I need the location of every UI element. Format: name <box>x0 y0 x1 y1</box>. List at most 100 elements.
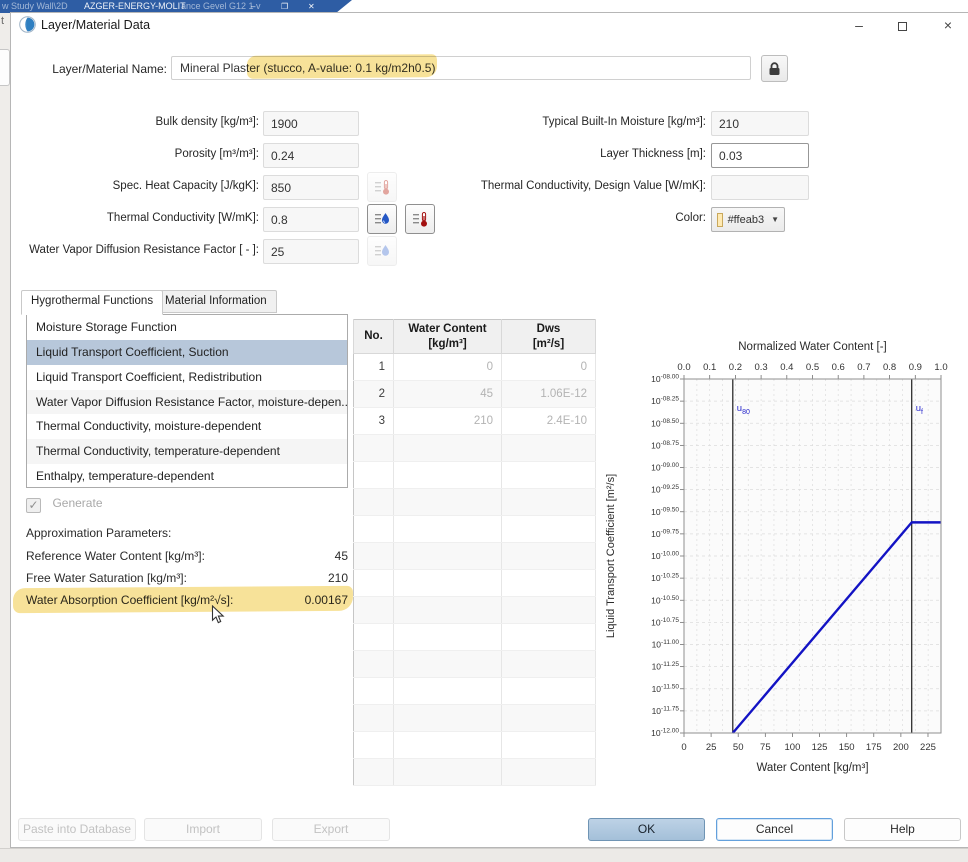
free-water-saturation-row: Free Water Saturation [kg/m³]: 210 <box>26 571 348 593</box>
table-row[interactable] <box>354 489 596 516</box>
svg-text:10-10.00: 10-10.00 <box>651 551 679 562</box>
svg-text:10-11.50: 10-11.50 <box>652 683 680 694</box>
porosity-label: Porosity [m³/m³]: <box>21 148 259 160</box>
background-left-strip: t <box>0 13 10 848</box>
heat-capacity-input[interactable] <box>263 175 359 200</box>
thermal-conductivity-temperature-table-button[interactable] <box>405 204 435 234</box>
water-absorption-label: Water Absorption Coefficient [kg/m²√s]: <box>26 593 233 615</box>
background-bottom-strip <box>0 848 968 862</box>
svg-text:10-09.00: 10-09.00 <box>651 462 679 473</box>
svg-text:25: 25 <box>706 742 717 753</box>
ok-button[interactable]: OK <box>588 818 705 841</box>
material-name-annotated: (stucco, A-value: 0.1 kg/m2h0.5) <box>260 61 435 75</box>
table-row[interactable] <box>354 597 596 624</box>
list-item-vapor-resistance-moisture[interactable]: Water Vapor Diffusion Resistance Factor,… <box>27 390 347 415</box>
import-button[interactable]: Import <box>144 818 262 841</box>
tab-hygrothermal-functions[interactable]: Hygrothermal Functions <box>21 290 163 315</box>
svg-text:0.0: 0.0 <box>677 362 690 373</box>
dialog-minimize-icon[interactable]: – <box>851 17 867 33</box>
builtin-moisture-input[interactable] <box>711 111 809 136</box>
paste-into-database-button[interactable]: Paste into Database <box>18 818 136 841</box>
color-value: #ffeab3 <box>728 214 765 226</box>
reference-water-content-value: 45 <box>335 549 348 571</box>
list-item-thermal-conductivity-temperature[interactable]: Thermal Conductivity, temperature-depend… <box>27 439 347 464</box>
bulk-density-input[interactable] <box>263 111 359 136</box>
material-name-input[interactable]: Mineral Plaster (stucco, A-value: 0.1 kg… <box>171 56 751 80</box>
col-water-content-header[interactable]: Water Content[kg/m³] <box>394 320 502 354</box>
svg-text:10-11.75: 10-11.75 <box>652 705 680 716</box>
svg-text:175: 175 <box>866 742 882 753</box>
table-row[interactable] <box>354 624 596 651</box>
list-item-liquid-transport-redistribution[interactable]: Liquid Transport Coefficient, Redistribu… <box>27 365 347 390</box>
table-row[interactable] <box>354 759 596 786</box>
porosity-input[interactable] <box>263 143 359 168</box>
hygrothermal-function-list: Moisture Storage Function Liquid Transpo… <box>26 314 348 488</box>
dialog-maximize-icon[interactable] <box>898 22 907 31</box>
checkbox-check-icon: ✓ <box>28 498 38 512</box>
vapor-resistance-input[interactable] <box>263 239 359 264</box>
export-button[interactable]: Export <box>272 818 390 841</box>
free-water-saturation-value: 210 <box>328 571 348 593</box>
svg-text:Liquid Transport Coefficient [: Liquid Transport Coefficient [m²/s] <box>605 474 617 638</box>
table-row[interactable] <box>354 678 596 705</box>
list-droplet-icon <box>374 211 391 228</box>
vapor-resistance-moisture-table-button[interactable] <box>367 236 397 266</box>
table-row[interactable] <box>354 570 596 597</box>
builtin-moisture-label: Typical Built-In Moisture [kg/m³]: <box>466 116 706 128</box>
design-conductivity-input[interactable] <box>711 175 809 200</box>
svg-text:10-10.50: 10-10.50 <box>651 595 679 606</box>
svg-text:10-10.75: 10-10.75 <box>651 617 679 628</box>
table-row[interactable] <box>354 462 596 489</box>
col-dws-header[interactable]: Dws[m²/s] <box>502 320 596 354</box>
svg-text:0.6: 0.6 <box>832 362 845 373</box>
svg-text:0.8: 0.8 <box>883 362 896 373</box>
thermal-conductivity-moisture-table-button[interactable] <box>367 204 397 234</box>
list-thermometer-icon <box>412 211 429 228</box>
layer-thickness-label: Layer Thickness [m]: <box>466 148 706 160</box>
svg-text:225: 225 <box>920 742 936 753</box>
svg-text:50: 50 <box>733 742 744 753</box>
table-header-row: No. Water Content[kg/m³] Dws[m²/s] <box>354 320 596 354</box>
table-row[interactable] <box>354 651 596 678</box>
help-button[interactable]: Help <box>844 818 961 841</box>
svg-text:200: 200 <box>893 742 909 753</box>
svg-text:1.0: 1.0 <box>934 362 947 373</box>
dialog-close-icon[interactable]: × <box>940 17 956 33</box>
thermal-conductivity-input[interactable] <box>263 207 359 232</box>
list-item-liquid-transport-suction[interactable]: Liquid Transport Coefficient, Suction <box>27 340 347 365</box>
svg-text:125: 125 <box>812 742 828 753</box>
list-item-moisture-storage[interactable]: Moisture Storage Function <box>27 315 347 340</box>
heat-capacity-temperature-table-button[interactable] <box>367 172 397 202</box>
table-row[interactable] <box>354 516 596 543</box>
cancel-button[interactable]: Cancel <box>716 818 833 841</box>
vapor-resistance-label: Water Vapor Diffusion Resistance Factor … <box>21 244 259 256</box>
list-item-thermal-conductivity-moisture[interactable]: Thermal Conductivity, moisture-dependent <box>27 414 347 439</box>
color-dropdown[interactable]: #ffeab3 ▼ <box>711 207 785 232</box>
svg-text:100: 100 <box>785 742 801 753</box>
table-row[interactable] <box>354 705 596 732</box>
svg-text:10-10.25: 10-10.25 <box>651 573 679 584</box>
color-swatch <box>717 213 723 227</box>
color-label: Color: <box>466 212 706 224</box>
svg-text:0.1: 0.1 <box>703 362 716 373</box>
table-row[interactable]: 2451.06E-12 <box>354 381 596 408</box>
generate-checkbox[interactable]: ✓ Generate <box>26 496 103 514</box>
design-conductivity-label: Thermal Conductivity, Design Value [W/mK… <box>466 180 706 192</box>
tab-material-information[interactable]: Material Information <box>155 290 277 313</box>
lock-button[interactable] <box>761 55 788 82</box>
table-row[interactable] <box>354 435 596 462</box>
dialog-title: Layer/Material Data <box>41 18 150 32</box>
water-absorption-value: 0.00167 <box>305 593 348 615</box>
svg-text:10-09.75: 10-09.75 <box>651 528 679 539</box>
table-row[interactable] <box>354 543 596 570</box>
table-row[interactable]: 32102.4E-10 <box>354 408 596 435</box>
svg-text:0.5: 0.5 <box>806 362 819 373</box>
layer-thickness-input[interactable] <box>711 143 809 168</box>
col-no-header[interactable]: No. <box>354 320 394 354</box>
approximation-title: Approximation Parameters: <box>26 526 171 540</box>
svg-text:0.4: 0.4 <box>780 362 793 373</box>
table-row[interactable] <box>354 732 596 759</box>
svg-text:10-11.25: 10-11.25 <box>652 661 680 672</box>
list-item-enthalpy-temperature[interactable]: Enthalpy, temperature-dependent <box>27 464 347 488</box>
table-row[interactable]: 100 <box>354 354 596 381</box>
